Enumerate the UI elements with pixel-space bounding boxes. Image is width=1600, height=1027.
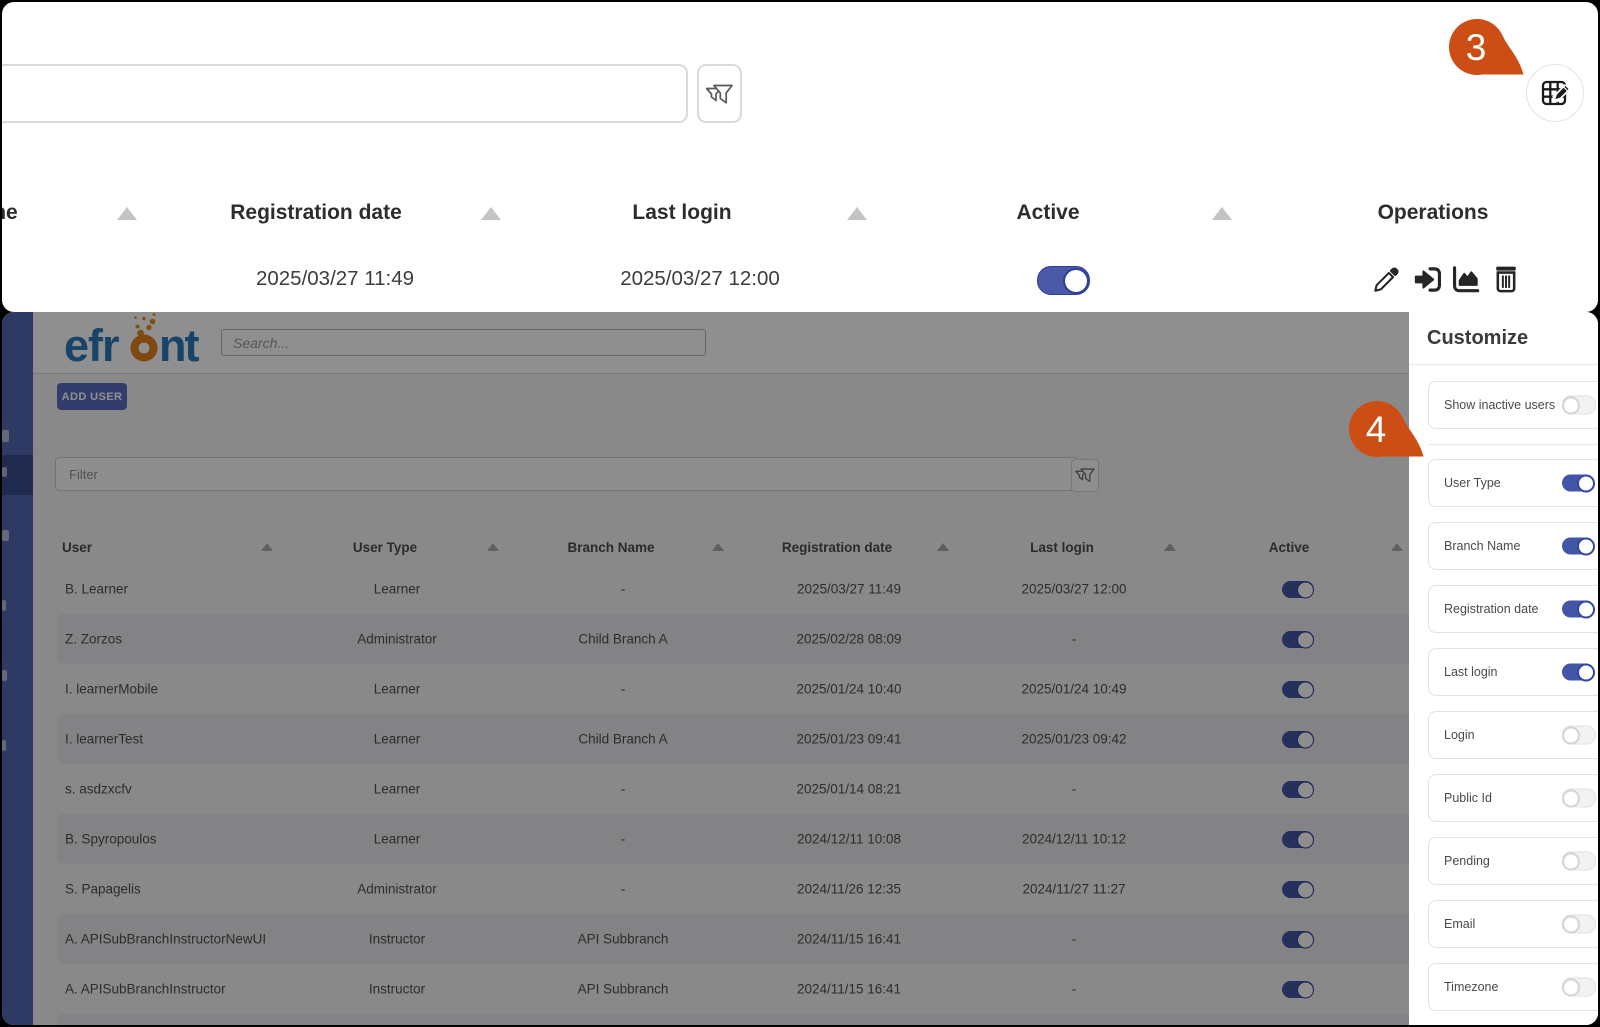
svg-text:3: 3 — [1466, 27, 1487, 68]
svg-text:4: 4 — [1366, 409, 1387, 450]
